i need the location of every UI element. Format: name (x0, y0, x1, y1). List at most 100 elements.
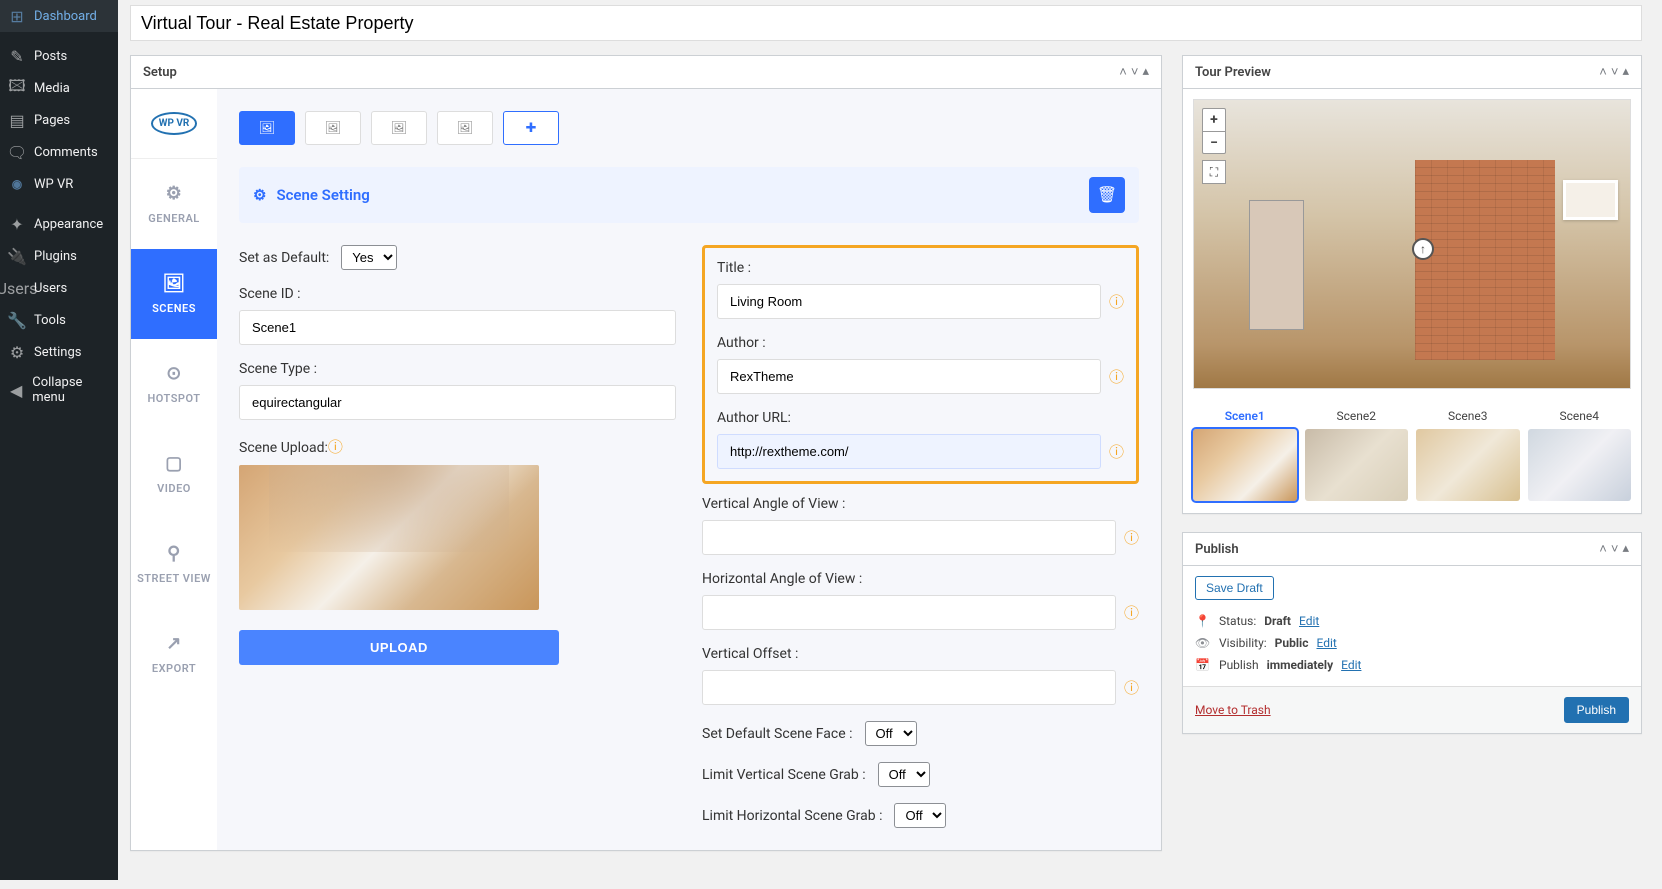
author-input[interactable] (717, 359, 1101, 394)
vtab-general[interactable]: ⚙GENERAL (131, 159, 217, 249)
thumb-label: Scene2 (1305, 409, 1409, 423)
scene-id-input[interactable] (239, 310, 676, 345)
vertical-tabs: WP VR ⚙GENERAL 🖼SCENES ⊙HOTSPOT ▢VIDEO ⚲… (131, 89, 217, 850)
vtab-scenes[interactable]: 🖼SCENES (131, 249, 217, 339)
scene-tab-2[interactable]: 🖼 (305, 111, 361, 145)
edit-publish-link[interactable]: Edit (1341, 658, 1361, 672)
info-icon[interactable]: ⓘ (1124, 527, 1139, 548)
move-down-icon[interactable]: ˅ (1611, 541, 1619, 557)
sidebar-label: Appearance (34, 217, 103, 232)
sidebar-appearance[interactable]: ✦Appearance (0, 208, 118, 240)
author-label: Author : (717, 335, 1124, 351)
plus-icon: ✚ (526, 121, 537, 136)
vangle-input[interactable] (702, 520, 1116, 555)
image-icon: 🖼 (325, 121, 342, 136)
scene-thumb-2[interactable] (1305, 429, 1409, 501)
vtab-streetview[interactable]: ⚲STREET VIEW (131, 519, 217, 609)
author-url-input[interactable] (717, 434, 1101, 469)
hangle-input[interactable] (702, 595, 1116, 630)
sidebar-collapse[interactable]: ◀Collapse menu (0, 368, 118, 412)
sidebar-label: WP VR (34, 177, 73, 192)
sidebar-posts[interactable]: ✎Posts (0, 40, 118, 72)
publish-time-row: 📅Publish immediately Edit (1195, 654, 1629, 676)
scene-tab-1[interactable]: 🖼 (239, 111, 295, 145)
sidebar-label: Dashboard (34, 9, 97, 24)
limit-v-select[interactable]: Off (878, 762, 930, 787)
vtab-export[interactable]: ↗EXPORT (131, 609, 217, 699)
scene-thumb-1[interactable] (1193, 429, 1297, 501)
zoom-in-button[interactable]: + (1203, 109, 1225, 131)
edit-status-link[interactable]: Edit (1299, 614, 1319, 628)
info-icon[interactable]: ⓘ (1109, 291, 1124, 312)
default-face-label: Set Default Scene Face : (702, 726, 853, 742)
settings-icon: ⚙ (8, 343, 26, 361)
sidebar-dashboard[interactable]: ⊞Dashboard (0, 0, 118, 32)
fullscreen-button[interactable]: ⛶ (1202, 160, 1226, 184)
move-up-icon[interactable]: ˄ (1119, 64, 1127, 80)
scene-tab-4[interactable]: 🖼 (437, 111, 493, 145)
scene-thumb-4[interactable] (1528, 429, 1632, 501)
move-up-icon[interactable]: ˄ (1599, 541, 1607, 557)
scene-tab-3[interactable]: 🖼 (371, 111, 427, 145)
vtab-video[interactable]: ▢VIDEO (131, 429, 217, 519)
limit-v-label: Limit Vertical Scene Grab : (702, 767, 866, 783)
move-down-icon[interactable]: ˅ (1131, 64, 1139, 80)
sidebar-label: Posts (34, 49, 67, 64)
sidebar-pages[interactable]: ▤Pages (0, 104, 118, 136)
info-icon[interactable]: ⓘ (328, 438, 343, 456)
vtab-hotspot[interactable]: ⊙HOTSPOT (131, 339, 217, 429)
setup-title: Setup (143, 65, 177, 80)
zoom-out-button[interactable]: − (1203, 131, 1225, 153)
edit-visibility-link[interactable]: Edit (1316, 636, 1336, 650)
anchor-icon: ⚲ (167, 543, 181, 564)
scene-thumb-3[interactable] (1416, 429, 1520, 501)
scene-type-input[interactable] (239, 385, 676, 420)
wpvr-logo: WP VR (131, 89, 217, 159)
scene-upload-label: Scene Upload:ⓘ (239, 436, 676, 457)
limit-h-label: Limit Horizontal Scene Grab : (702, 808, 882, 824)
set-default-select[interactable]: Yes (341, 245, 397, 270)
preview-door (1249, 200, 1304, 330)
page-title-input[interactable] (130, 5, 1642, 41)
save-draft-button[interactable]: Save Draft (1195, 576, 1274, 600)
toggle-icon[interactable]: ▴ (1622, 64, 1629, 80)
move-up-icon[interactable]: ˄ (1599, 64, 1607, 80)
info-icon[interactable]: ⓘ (1109, 366, 1124, 387)
default-face-select[interactable]: Off (865, 721, 917, 746)
sidebar-label: Pages (34, 113, 70, 128)
visibility-row: 👁Visibility: Public Edit (1195, 632, 1629, 654)
sidebar-plugins[interactable]: 🔌Plugins (0, 240, 118, 272)
move-to-trash-link[interactable]: Move to Trash (1195, 703, 1271, 717)
plugins-icon: 🔌 (8, 247, 26, 265)
delete-scene-button[interactable]: 🗑 (1089, 177, 1125, 213)
info-icon[interactable]: ⓘ (1124, 602, 1139, 623)
sidebar-settings[interactable]: ⚙Settings (0, 336, 118, 368)
voffset-input[interactable] (702, 670, 1116, 705)
upload-button[interactable]: UPLOAD (239, 630, 559, 665)
author-url-label: Author URL: (717, 410, 1124, 426)
toggle-icon[interactable]: ▴ (1142, 64, 1149, 80)
wpvr-icon: ◉ (8, 175, 26, 193)
tour-preview-title: Tour Preview (1195, 65, 1271, 80)
sidebar-media[interactable]: 🖾Media (0, 72, 118, 104)
sidebar-tools[interactable]: 🔧Tools (0, 304, 118, 336)
scene-tab-add[interactable]: ✚ (503, 111, 559, 145)
info-icon[interactable]: ⓘ (1124, 677, 1139, 698)
scene-upload-preview (239, 465, 539, 610)
sidebar-comments[interactable]: 🗨Comments (0, 136, 118, 168)
sidebar-wpvr[interactable]: ◉ WP VR (0, 168, 118, 200)
info-icon[interactable]: ⓘ (1109, 441, 1124, 462)
pin-icon: 📍 (1195, 614, 1211, 628)
title-input[interactable] (717, 284, 1101, 319)
scene-thumbnails: Scene1 Scene2 Scene3 Scene4 (1193, 403, 1631, 503)
move-down-icon[interactable]: ˅ (1611, 64, 1619, 80)
set-default-label: Set as Default: (239, 250, 329, 266)
publish-button[interactable]: Publish (1564, 697, 1629, 723)
preview-viewport[interactable]: + − ⛶ ↑ (1193, 99, 1631, 389)
video-icon: ▢ (165, 453, 183, 474)
limit-h-select[interactable]: Off (894, 803, 946, 828)
toggle-icon[interactable]: ▴ (1622, 541, 1629, 557)
publish-postbox: Publish ˄˅▴ Save Draft 📍Status: Draft Ed… (1182, 532, 1642, 734)
sidebar-users[interactable]: UsersUsers (0, 272, 118, 304)
calendar-icon: 📅 (1195, 658, 1211, 672)
